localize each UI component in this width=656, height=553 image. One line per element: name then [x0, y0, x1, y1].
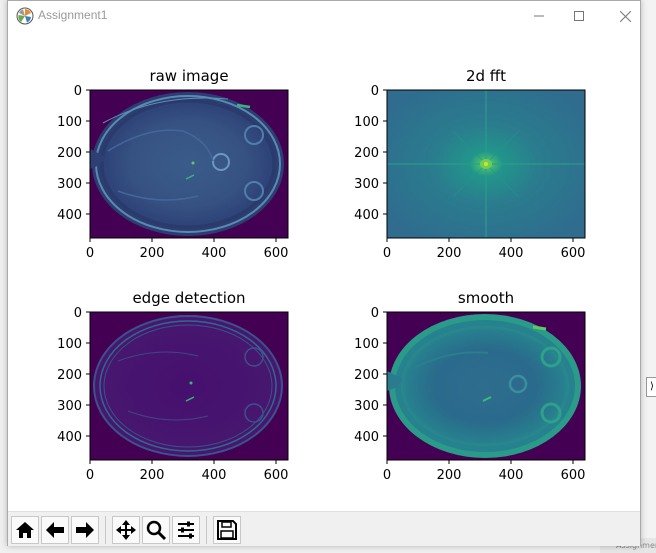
- x-tick-label: 200: [140, 246, 165, 261]
- maximize-icon: [574, 11, 584, 21]
- minimize-icon: [534, 15, 544, 17]
- subplot-title: edge detection: [132, 289, 245, 307]
- y-tick-label: 0: [74, 306, 82, 321]
- y-tick-label: 0: [371, 84, 379, 99]
- y-tick-label: 300: [57, 177, 82, 192]
- y-axis: 0 100 200 300 400: [57, 306, 90, 445]
- x-axis: 0 200 400 600: [86, 460, 289, 483]
- figure-canvas[interactable]: raw image 0 200 400 600 0 100 200 300 40…: [8, 31, 640, 511]
- x-axis: 0 200 400 600: [383, 238, 586, 261]
- subplot-title: smooth: [458, 289, 514, 307]
- window-title: Assignment1: [38, 8, 108, 22]
- x-tick-label: 400: [202, 468, 227, 483]
- y-axis: 0 100 200 300 400: [57, 84, 90, 223]
- toolbar-separator: [206, 516, 207, 544]
- y-tick-label: 300: [354, 399, 379, 414]
- magnifier-icon: [146, 520, 167, 541]
- x-tick-label: 200: [140, 468, 165, 483]
- forward-button[interactable]: [71, 516, 99, 544]
- arrow-left-icon: [46, 522, 64, 538]
- edge-image: [90, 312, 288, 460]
- floppy-icon: [217, 520, 237, 540]
- close-icon: [619, 10, 631, 22]
- y-tick-label: 0: [371, 306, 379, 321]
- x-tick-label: 600: [561, 468, 586, 483]
- y-tick-label: 400: [354, 430, 379, 445]
- y-tick-label: 100: [57, 337, 82, 352]
- figure-svg: raw image 0 200 400 600 0 100 200 300 40…: [57, 67, 586, 483]
- subplot-2d-fft: 2d fft 0 200 400 600 0 100 200 300 400: [354, 67, 586, 261]
- background-window-tab[interactable]: ⟩: [646, 377, 656, 397]
- y-tick-label: 300: [354, 177, 379, 192]
- title-bar: Assignment1: [8, 1, 640, 31]
- y-tick-label: 0: [74, 84, 82, 99]
- x-tick-label: 600: [264, 246, 289, 261]
- y-tick-label: 100: [354, 337, 379, 352]
- y-tick-label: 300: [57, 399, 82, 414]
- raw-image: [90, 90, 288, 238]
- back-button[interactable]: [41, 516, 69, 544]
- toolbar-separator: [105, 516, 106, 544]
- y-tick-label: 200: [57, 146, 82, 161]
- configure-subplots-button[interactable]: [172, 516, 200, 544]
- y-axis: 0 100 200 300 400: [354, 306, 387, 445]
- y-tick-label: 400: [57, 208, 82, 223]
- x-axis: 0 200 400 600: [383, 460, 586, 483]
- pan-button[interactable]: [112, 516, 140, 544]
- x-tick-label: 400: [499, 246, 524, 261]
- subplot-edge-detection: edge detection 0 200 400 600 0 100 200 3…: [57, 289, 289, 483]
- x-tick-label: 600: [264, 468, 289, 483]
- y-tick-label: 100: [57, 115, 82, 130]
- x-tick-label: 0: [86, 468, 94, 483]
- y-tick-label: 400: [57, 430, 82, 445]
- subplot-title: 2d fft: [466, 67, 506, 85]
- x-tick-label: 0: [86, 246, 94, 261]
- subplot-title: raw image: [149, 67, 228, 85]
- y-tick-label: 200: [354, 146, 379, 161]
- y-tick-label: 400: [354, 208, 379, 223]
- subplot-raw-image: raw image 0 200 400 600 0 100 200 300 40…: [57, 67, 289, 261]
- home-icon: [16, 522, 34, 538]
- y-tick-label: 200: [354, 368, 379, 383]
- matplotlib-app-icon: [16, 7, 34, 25]
- y-tick-label: 100: [354, 115, 379, 130]
- subplot-smooth: smooth 0 200 400 600 0 100 200 300 400: [354, 289, 586, 483]
- x-tick-label: 200: [437, 468, 462, 483]
- move-icon: [116, 520, 136, 540]
- y-axis: 0 100 200 300 400: [354, 84, 387, 223]
- maximize-button[interactable]: [556, 1, 602, 31]
- background-window-edge: [640, 0, 656, 553]
- navigation-toolbar: [8, 511, 640, 546]
- x-axis: 0 200 400 600: [86, 238, 289, 261]
- home-button[interactable]: [11, 516, 39, 544]
- zoom-button[interactable]: [142, 516, 170, 544]
- x-tick-label: 400: [202, 246, 227, 261]
- app-window: Assignment1 raw image 0 200 400 600 0 10…: [7, 0, 641, 546]
- smooth-image: [387, 312, 585, 460]
- x-tick-label: 200: [437, 246, 462, 261]
- x-tick-label: 0: [383, 468, 391, 483]
- fft-image: [387, 90, 585, 238]
- close-button[interactable]: [602, 1, 648, 31]
- x-tick-label: 0: [383, 246, 391, 261]
- x-tick-label: 600: [561, 246, 586, 261]
- y-tick-label: 200: [57, 368, 82, 383]
- save-button[interactable]: [213, 516, 241, 544]
- sliders-icon: [178, 521, 194, 539]
- arrow-right-icon: [76, 522, 94, 538]
- x-tick-label: 400: [499, 468, 524, 483]
